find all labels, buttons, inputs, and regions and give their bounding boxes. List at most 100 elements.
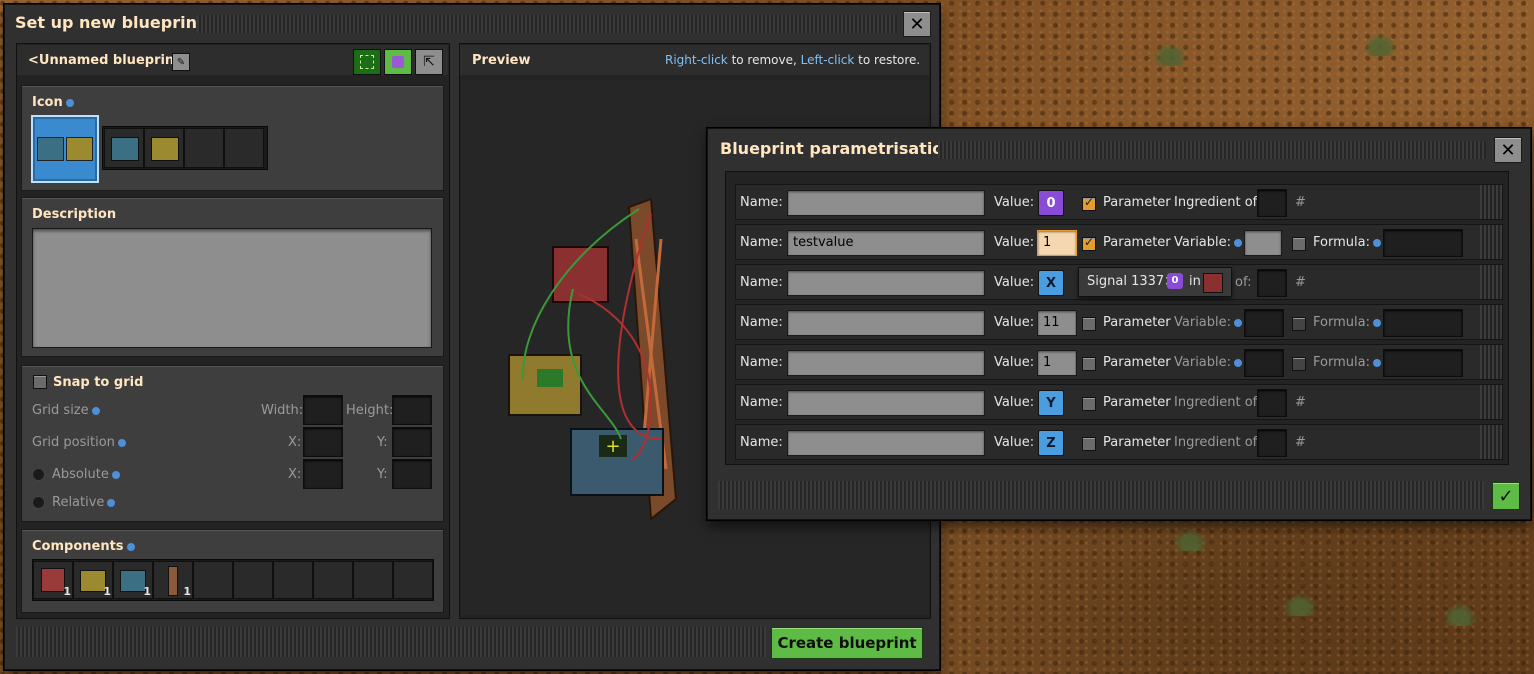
x-label: X:: [288, 467, 302, 482]
signal-tooltip: Signal 1337× 0 in: [1078, 267, 1232, 297]
ingredient-of-input[interactable]: [1257, 389, 1287, 417]
name-input[interactable]: [787, 310, 985, 336]
parameter-checkbox[interactable]: [1082, 317, 1096, 331]
row-drag-handle[interactable]: [1480, 345, 1502, 379]
signal-0-icon[interactable]: 0: [1038, 190, 1064, 216]
parameter-checkbox[interactable]: [1082, 195, 1096, 211]
bottom-drag-area: [16, 627, 766, 657]
signal-x-icon[interactable]: X: [1038, 270, 1064, 296]
parameter-label: Parameter: [1103, 315, 1171, 330]
name-input[interactable]: [787, 190, 985, 216]
signal-y-icon[interactable]: Y: [1038, 390, 1064, 416]
width-label: Width:: [261, 403, 304, 418]
absolute-x-input[interactable]: [303, 459, 343, 489]
formula-checkbox[interactable]: [1292, 357, 1306, 371]
info-icon: [117, 438, 126, 447]
parameter-checkbox[interactable]: [1082, 397, 1096, 411]
window-title: Set up new blueprint: [15, 13, 205, 32]
component-slot[interactable]: 1: [73, 561, 113, 599]
icon-slot-1[interactable]: [104, 128, 144, 168]
description-textarea[interactable]: [32, 228, 432, 348]
components-label: Components: [32, 539, 135, 554]
parameter-checkbox[interactable]: [1082, 235, 1096, 251]
name-label: Name:: [740, 395, 783, 410]
name-label: Name:: [740, 275, 783, 290]
formula-input[interactable]: [1383, 349, 1463, 377]
icon-slot-3[interactable]: [184, 128, 224, 168]
svg-text:+: +: [605, 436, 620, 457]
component-slot[interactable]: 1: [113, 561, 153, 599]
tooltip-in: in: [1189, 274, 1201, 289]
value-input[interactable]: 11: [1037, 310, 1077, 336]
name-input[interactable]: [787, 350, 985, 376]
name-input[interactable]: testvalue: [787, 230, 985, 256]
relative-radio[interactable]: [32, 496, 45, 509]
ingredient-of-input[interactable]: [1257, 269, 1287, 297]
close-button[interactable]: ✕: [1494, 137, 1522, 163]
signal-z-icon[interactable]: Z: [1038, 430, 1064, 456]
ingredient-of-label: Ingredient of:: [1174, 395, 1262, 410]
snap-to-grid-label: Snap to grid: [53, 375, 144, 390]
export-icon[interactable]: ⇱: [415, 49, 443, 75]
component-slot: [353, 561, 393, 599]
variable-input[interactable]: [1244, 230, 1282, 256]
ingredient-of-label: Ingredient of:: [1174, 195, 1262, 210]
y-label: Y:: [377, 435, 388, 450]
create-blueprint-button[interactable]: Create blueprint: [771, 627, 923, 659]
info-icon: [107, 498, 116, 507]
name-input[interactable]: [787, 430, 985, 456]
formula-input[interactable]: [1383, 229, 1463, 257]
ingredient-of-input[interactable]: [1257, 189, 1287, 217]
row-drag-handle[interactable]: [1480, 385, 1502, 419]
icon-slot-4[interactable]: [224, 128, 264, 168]
parameter-label: Parameter: [1103, 355, 1171, 370]
close-button[interactable]: ✕: [903, 11, 931, 37]
row-drag-handle[interactable]: [1480, 265, 1502, 299]
info-icon: [1234, 318, 1243, 327]
preview-hint: Right-click to remove, Left-click to res…: [665, 53, 921, 67]
grid-x-input[interactable]: [303, 427, 343, 457]
value-label: Value:: [994, 355, 1035, 370]
absolute-y-input[interactable]: [392, 459, 432, 489]
formula-input[interactable]: [1383, 309, 1463, 337]
variable-label: Variable:: [1174, 235, 1243, 250]
formula-label: Formula:: [1313, 235, 1381, 250]
select-area-icon[interactable]: [353, 49, 381, 75]
title-drag-area[interactable]: [197, 15, 897, 33]
component-slot: [393, 561, 433, 599]
formula-label: Formula:: [1313, 355, 1381, 370]
value-input[interactable]: 1: [1037, 350, 1077, 376]
component-slot[interactable]: 1: [153, 561, 193, 599]
confirm-button[interactable]: ✓: [1492, 482, 1520, 510]
row-drag-handle[interactable]: [1480, 225, 1502, 259]
name-input[interactable]: [787, 270, 985, 296]
ingredient-of-input[interactable]: [1257, 429, 1287, 457]
parameter-checkbox[interactable]: [1082, 357, 1096, 371]
variable-input[interactable]: [1244, 349, 1284, 377]
parameter-checkbox[interactable]: [1082, 437, 1096, 451]
grid-width-input[interactable]: [303, 395, 343, 425]
row-drag-handle[interactable]: [1480, 185, 1502, 219]
row-drag-handle[interactable]: [1480, 425, 1502, 459]
title-drag-area[interactable]: [938, 141, 1486, 159]
grid-y-input[interactable]: [392, 427, 432, 457]
name-label: Name:: [740, 235, 783, 250]
icon-slot-2[interactable]: [144, 128, 184, 168]
name-input[interactable]: [787, 390, 985, 416]
decider-combinator-icon: [151, 137, 179, 161]
bottom-drag-area: [718, 481, 1484, 509]
row-drag-handle[interactable]: [1480, 305, 1502, 339]
blueprint-icon-preview[interactable]: [31, 115, 99, 183]
edit-name-icon[interactable]: ✎: [172, 53, 190, 71]
formula-checkbox[interactable]: [1292, 317, 1306, 331]
component-slot[interactable]: 1: [33, 561, 73, 599]
variable-input[interactable]: [1244, 309, 1284, 337]
grid-height-input[interactable]: [392, 395, 432, 425]
snap-to-grid-checkbox[interactable]: [33, 375, 47, 389]
formula-checkbox[interactable]: [1292, 237, 1306, 251]
info-icon: [65, 98, 74, 107]
absolute-radio[interactable]: [32, 468, 45, 481]
value-input-active[interactable]: 1: [1037, 230, 1077, 256]
parameter-label: Parameter: [1103, 195, 1171, 210]
color-toggle-icon[interactable]: [384, 49, 412, 75]
